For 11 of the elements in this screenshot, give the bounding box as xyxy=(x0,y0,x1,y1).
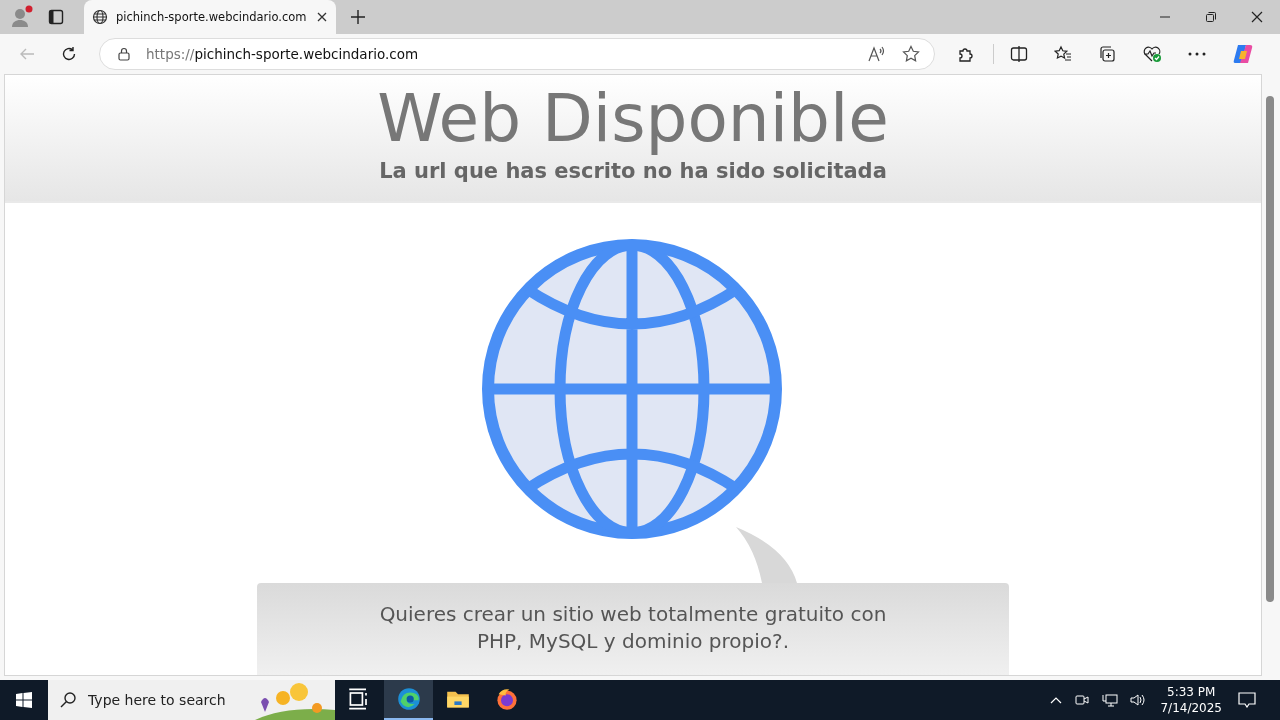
tab-title: pichinch-sporte.webcindario.com xyxy=(116,10,308,24)
search-field[interactable]: Type here to search xyxy=(48,680,335,720)
search-input[interactable]: Type here to search xyxy=(86,691,250,709)
page-subtitle: La url que has escrito no ha sido solicitada xyxy=(379,158,887,185)
address-bar[interactable]: https://pichinch-sporte.webcindario.com xyxy=(99,38,936,70)
clock-date[interactable]: 7/14/2025 xyxy=(1160,700,1222,716)
url-text: https://pichinch-sporte.webcindario.com xyxy=(146,46,419,62)
browser-tab[interactable]: pichinch-sporte.webcindario.com xyxy=(84,0,336,34)
promo-message: Quieres crear un sitio web totalmente gratuito con PHP, MySQL y dominio propio?. xyxy=(378,601,888,655)
page-title: Web Disponible xyxy=(377,81,889,157)
clock-time[interactable]: 5:33 PM xyxy=(1167,684,1216,700)
